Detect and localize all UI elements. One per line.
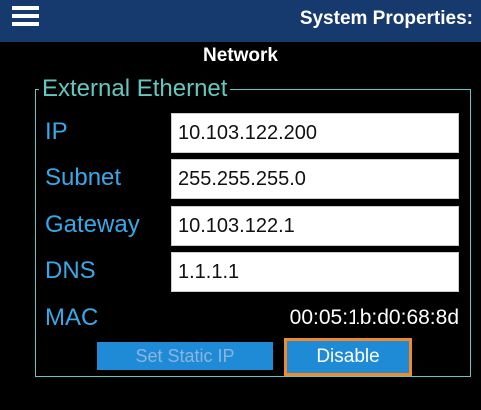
dns-field[interactable] bbox=[171, 252, 459, 292]
subnet-label: Subnet bbox=[45, 164, 122, 191]
page-title: System Properties: bbox=[299, 8, 473, 29]
dns-label: DNS bbox=[45, 257, 96, 284]
ip-label: IP bbox=[45, 118, 68, 145]
gateway-field[interactable] bbox=[171, 206, 459, 246]
title-bar: System Properties: bbox=[0, 0, 481, 42]
menu-icon[interactable] bbox=[12, 6, 39, 27]
ip-field[interactable] bbox=[171, 113, 459, 153]
mac-label: MAC bbox=[45, 304, 99, 331]
group-legend: External Ethernet bbox=[39, 74, 231, 104]
set-static-ip-button[interactable]: Set Static IP bbox=[97, 342, 273, 370]
disable-button[interactable]: Disable bbox=[284, 338, 412, 376]
section-title: Network bbox=[0, 42, 481, 70]
gateway-label: Gateway bbox=[45, 211, 140, 238]
mac-selection-outline bbox=[245, 294, 357, 334]
subnet-field[interactable] bbox=[171, 159, 459, 199]
